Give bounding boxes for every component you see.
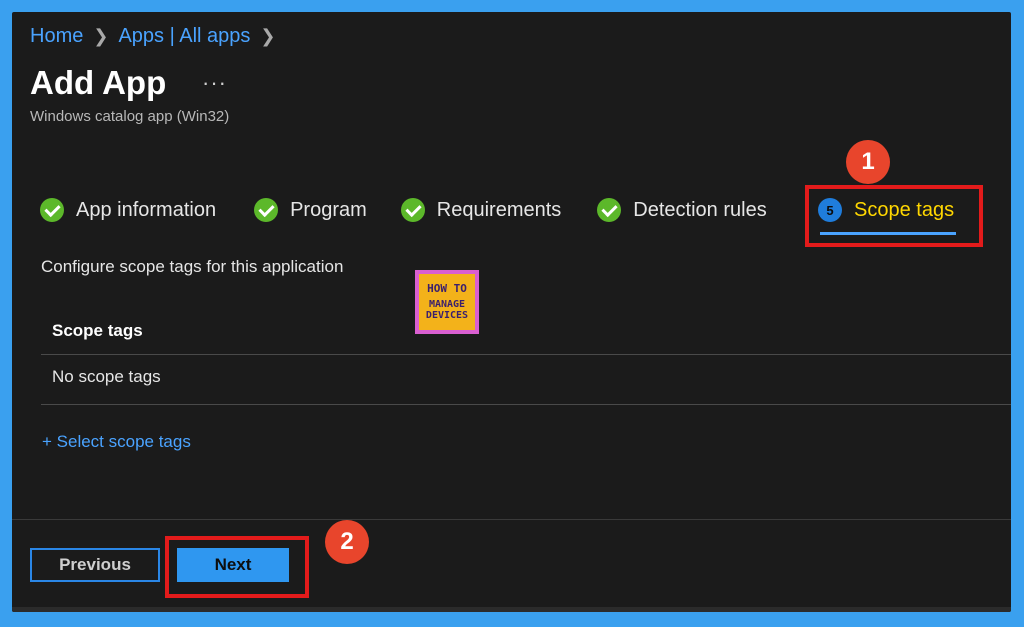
checkmark-circle-icon: [254, 198, 279, 222]
watermark-logo: HOW TO MANAGE DEVICES: [415, 270, 479, 334]
annotation-badge-2: 2: [325, 520, 369, 564]
chevron-right-icon: ❯: [260, 26, 276, 46]
checkmark-circle-icon: [40, 198, 64, 222]
table-row-empty: No scope tags: [52, 367, 161, 386]
annotation-badge-1: 1: [846, 140, 890, 184]
breadcrumb-apps[interactable]: Apps | All apps: [118, 25, 250, 48]
checkmark-circle-icon: [400, 198, 425, 222]
annotation-highlight-box: [805, 185, 983, 247]
more-options-icon[interactable]: ···: [202, 70, 227, 96]
breadcrumb: Home ❯ Apps | All apps ❯: [30, 25, 276, 48]
breadcrumb-home[interactable]: Home: [30, 25, 83, 48]
annotation-highlight-box: [165, 536, 309, 598]
app-frame: Home ❯ Apps | All apps ❯ Add App ··· Win…: [12, 12, 1011, 612]
divider: [41, 354, 1011, 355]
step-label: Detection rules: [633, 198, 767, 221]
footer-divider: [12, 519, 1011, 520]
select-scope-tags-link[interactable]: + Select scope tags: [42, 432, 191, 452]
bottom-edge: [12, 607, 1011, 612]
step-label: Program: [290, 198, 367, 221]
section-description: Configure scope tags for this applicatio…: [41, 257, 344, 276]
logo-text: HOW TO: [427, 281, 467, 295]
tab-requirements[interactable]: Requirements: [400, 198, 562, 222]
divider: [41, 404, 1011, 405]
tab-detection-rules[interactable]: Detection rules: [597, 198, 767, 222]
step-label: App information: [76, 198, 217, 221]
tab-program[interactable]: Program: [254, 198, 367, 222]
step-label: Requirements: [436, 198, 562, 221]
chevron-right-icon: ❯: [93, 26, 109, 46]
page-title: Add App: [30, 64, 167, 101]
table-header-scope-tags: Scope tags: [52, 321, 143, 340]
checkmark-circle-icon: [597, 198, 622, 222]
tab-app-information[interactable]: App information: [40, 198, 216, 222]
wizard-steps: App information Program Requirements Det…: [40, 198, 803, 222]
previous-button[interactable]: Previous: [30, 548, 160, 582]
logo-text: DEVICES: [425, 309, 469, 321]
page-subtitle: Windows catalog app (Win32): [30, 108, 230, 125]
